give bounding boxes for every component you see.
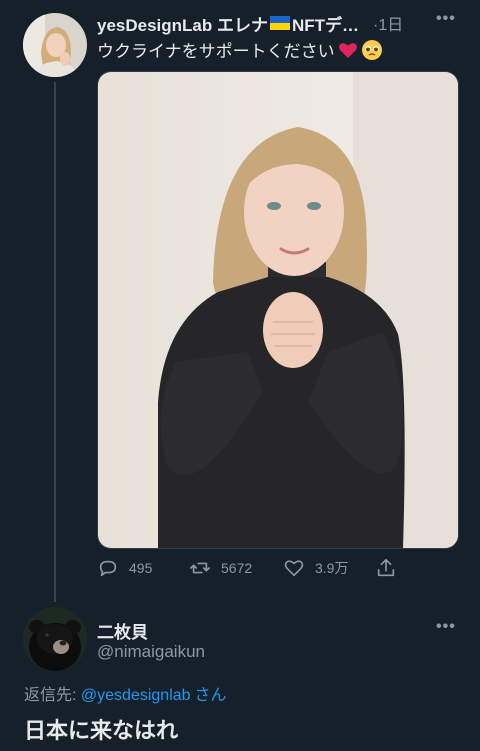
parent-tweet-text-row: ウクライナをサポートください — [97, 37, 383, 62]
parent-tweet-time[interactable]: ·1日 — [373, 11, 403, 35]
retweet-icon — [190, 562, 210, 574]
reply-author-handle[interactable]: @nimaigaikun — [97, 642, 205, 662]
thread-line — [54, 82, 56, 602]
share-button[interactable] — [375, 557, 397, 579]
photo-portrait-image — [98, 72, 458, 548]
reply-icon — [99, 560, 117, 577]
reply-tweet-text: 日本に来なはれ — [24, 718, 179, 743]
retweet-button[interactable]: 5672 — [189, 557, 252, 579]
parent-author-avatar[interactable] — [23, 13, 87, 77]
reply-button[interactable]: 495 — [97, 557, 152, 579]
retweet-count: 5672 — [221, 560, 253, 576]
like-count: 3.9万 — [315, 560, 349, 576]
replying-to-line: 返信先: @yesdesignlab さん — [24, 681, 227, 705]
heart-outline-icon — [284, 560, 304, 577]
reply-more-options-icon[interactable]: ••• — [436, 618, 456, 636]
ukraine-flag-icon — [270, 16, 290, 30]
reply-count: 495 — [129, 560, 153, 576]
pleading-face-icon — [361, 39, 382, 60]
like-button[interactable]: 3.9万 — [283, 557, 348, 579]
replying-to-prefix: 返信先: — [24, 687, 81, 704]
parent-tweet-text: ウクライナをサポートください — [97, 42, 335, 61]
share-icon — [377, 558, 395, 577]
tweet-actions-bar: 495 5672 3.9万 — [97, 556, 407, 580]
red-heart-icon — [338, 42, 357, 58]
tweet-media-photo[interactable] — [97, 71, 459, 549]
parent-more-options-icon[interactable]: ••• — [436, 10, 456, 28]
parent-author-name-suffix[interactable]: NFTデ… — [292, 11, 359, 36]
reply-author-avatar[interactable] — [23, 607, 87, 671]
replying-to-suffix: さん — [194, 687, 227, 704]
parent-tweet-header: yesDesignLab エレナ NFTデ… ·1日 — [97, 11, 427, 36]
parent-author-name[interactable]: yesDesignLab エレナ — [97, 11, 268, 36]
reply-author-name[interactable]: 二枚貝 — [97, 618, 148, 643]
replying-to-handle-link[interactable]: @yesdesignlab — [81, 687, 191, 704]
